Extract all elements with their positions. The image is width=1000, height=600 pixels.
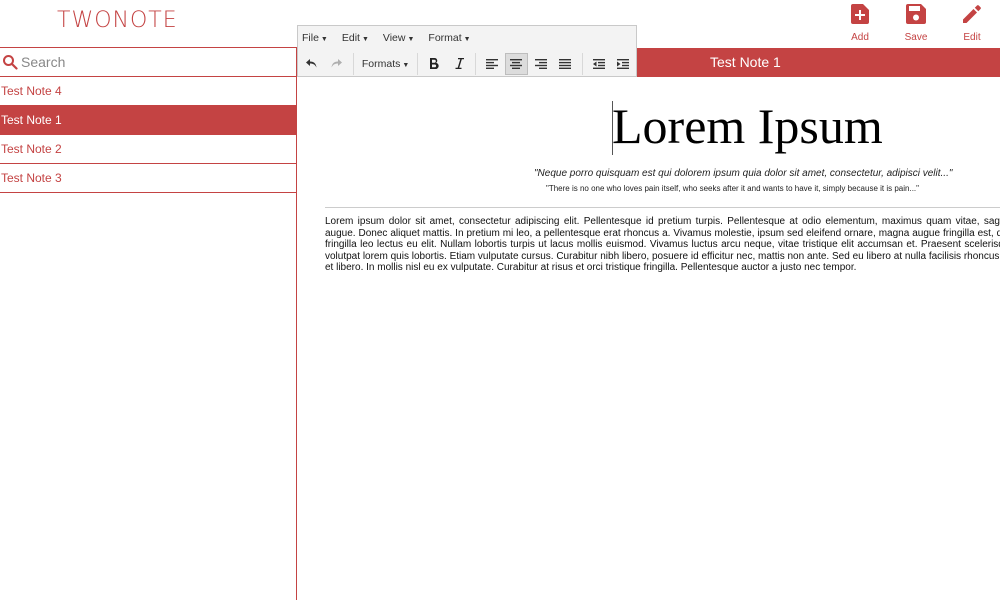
align-left-button[interactable] — [480, 53, 503, 75]
add-label: Add — [851, 32, 869, 43]
app-root: TWONOTE Add Save Edit Test Note 4 Test N — [0, 0, 1000, 600]
edit-button[interactable]: Edit — [944, 4, 1000, 45]
bold-icon — [430, 58, 439, 69]
search-icon — [3, 55, 18, 70]
search-input[interactable] — [21, 54, 281, 70]
undo-icon — [305, 58, 317, 67]
toolbar-separator — [417, 52, 419, 75]
menu-format[interactable]: Format ▼ — [428, 32, 470, 44]
align-center-icon — [510, 58, 523, 69]
horizontal-rule — [325, 207, 1000, 208]
indent-button[interactable] — [612, 53, 635, 75]
menu-edit[interactable]: Edit ▼ — [342, 32, 369, 44]
notes-sidebar: Test Note 4 Test Note 1 Test Note 2 Test… — [0, 47, 297, 600]
align-justify-button[interactable] — [554, 53, 577, 75]
app-logo: TWONOTE — [57, 8, 178, 33]
toolbar-separator — [475, 52, 477, 75]
edit-label: Edit — [963, 32, 981, 43]
editor-toolbar: File ▼ Edit ▼ View ▼ Format ▼ Formats ▼ — [297, 25, 637, 77]
add-note-icon — [832, 4, 888, 26]
redo-icon — [331, 58, 343, 67]
align-right-icon — [534, 58, 547, 69]
caret-down-icon: ▼ — [402, 61, 410, 69]
caret-down-icon: ▼ — [407, 36, 415, 43]
align-justify-icon — [559, 58, 572, 69]
note-title: Test Note 1 — [710, 54, 781, 70]
menu-file[interactable]: File ▼ — [302, 32, 328, 44]
editor-menubar: File ▼ Edit ▼ View ▼ Format ▼ — [298, 26, 636, 50]
top-actions: Add Save Edit — [832, 4, 1000, 45]
caret-down-icon: ▼ — [361, 36, 369, 43]
menu-format-label: Format — [428, 32, 462, 44]
italic-icon — [455, 58, 464, 69]
align-center-button[interactable] — [504, 52, 529, 75]
menu-edit-label: Edit — [341, 32, 360, 44]
editor-document[interactable]: Lorem Ipsum "Neque porro quisquam est qu… — [297, 77, 1000, 600]
formats-label: Formats — [361, 57, 401, 70]
bold-button[interactable] — [422, 53, 445, 75]
caret-down-icon: ▼ — [320, 36, 328, 43]
align-right-button[interactable] — [529, 53, 552, 75]
toolbar-separator — [582, 52, 584, 75]
note-list-item[interactable]: Test Note 4 — [0, 77, 296, 106]
menu-view-label: View — [382, 32, 406, 44]
outdent-button[interactable] — [587, 53, 610, 75]
italic-button[interactable] — [447, 53, 470, 75]
menu-view[interactable]: View ▼ — [383, 32, 415, 44]
add-button[interactable]: Add — [832, 4, 888, 45]
formats-dropdown[interactable]: Formats ▼ — [358, 58, 413, 70]
save-icon — [888, 4, 944, 26]
save-label: Save — [904, 32, 928, 43]
redo-button[interactable] — [324, 53, 347, 75]
note-list-item-active[interactable]: Test Note 1 — [0, 106, 296, 135]
document-quote[interactable]: "Neque porro quisquam est qui dolorem ip… — [534, 168, 952, 179]
undo-button[interactable] — [300, 53, 323, 75]
document-quote-translation[interactable]: "There is no one who loves pain itself, … — [546, 184, 919, 193]
indent-icon — [617, 58, 630, 69]
pencil-icon — [944, 4, 1000, 26]
caret-down-icon: ▼ — [463, 36, 471, 43]
note-list-item[interactable]: Test Note 2 — [0, 135, 296, 164]
align-left-icon — [485, 58, 498, 69]
editor-buttonbar: Formats ▼ — [298, 50, 636, 77]
document-heading[interactable]: Lorem Ipsum — [612, 97, 883, 155]
outdent-icon — [592, 58, 605, 69]
search-bar — [0, 47, 296, 77]
toolbar-separator — [352, 52, 354, 75]
note-list-item[interactable]: Test Note 3 — [0, 164, 296, 193]
document-paragraph[interactable]: Lorem ipsum dolor sit amet, consectetur … — [325, 216, 1000, 274]
save-button[interactable]: Save — [888, 4, 944, 45]
menu-file-label: File — [302, 32, 319, 44]
